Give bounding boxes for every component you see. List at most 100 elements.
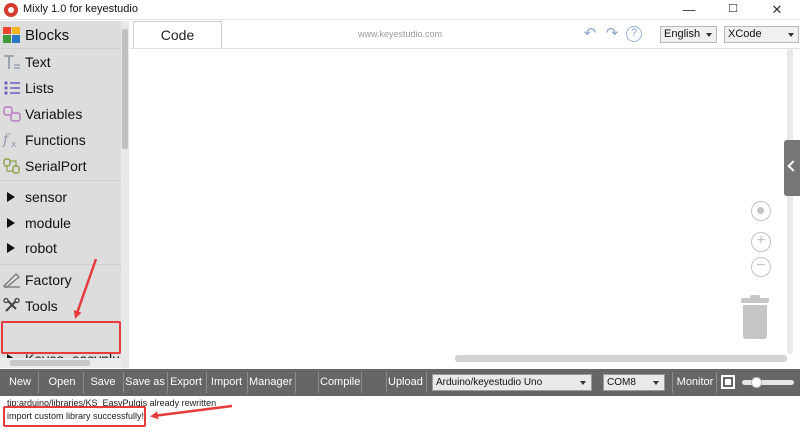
theme-value: XCode <box>728 28 762 40</box>
chevron-down-icon <box>653 381 659 385</box>
code-panel-toggle-button[interactable] <box>784 140 800 196</box>
language-value: English <box>664 28 701 40</box>
puzzle-icon <box>1 25 23 45</box>
sidebar-item-sensor[interactable]: sensor <box>0 185 121 209</box>
triangle-right-icon <box>7 192 15 202</box>
save-button[interactable]: Save <box>87 369 119 396</box>
zoom-slider-track[interactable] <box>742 380 794 385</box>
keyes-easyplug-highlight <box>1 321 121 354</box>
triangle-right-icon <box>7 218 15 228</box>
chevron-down-icon <box>580 381 586 385</box>
zoom-in-button[interactable]: + <box>751 232 771 252</box>
sidebar-item-serialport[interactable]: SerialPort <box>0 154 121 178</box>
sidebar-item-label: Lists <box>25 80 54 96</box>
sidebar-item-module[interactable]: module <box>0 211 121 235</box>
svg-text:f: f <box>2 132 11 148</box>
svg-text:x: x <box>11 140 17 149</box>
toolbar-divider <box>247 372 248 393</box>
export-button[interactable]: Export <box>169 369 203 396</box>
tab-code[interactable]: Code <box>133 21 222 48</box>
sidebar-item-label: module <box>25 215 71 231</box>
close-button[interactable]: ✕ <box>754 0 800 20</box>
sidebar-horizontal-thumb[interactable] <box>10 360 90 366</box>
sidebar-item-label: Text <box>25 54 51 70</box>
title-bar: Mixly 1.0 for keyestudio — ☐ ✕ <box>0 0 800 20</box>
header-bar: Code www.keyestudio.com ↶ ↷ ? English XC… <box>130 21 800 49</box>
sidebar-item-lists[interactable]: Lists <box>0 76 121 100</box>
theme-select[interactable]: XCode <box>724 26 799 43</box>
maximize-button[interactable]: ☐ <box>710 0 756 20</box>
sidebar-item-variables[interactable]: Variables <box>0 102 121 126</box>
sidebar-divider <box>0 264 121 265</box>
triangle-right-icon <box>7 243 15 253</box>
workspace-horizontal-scrollbar[interactable] <box>455 355 787 362</box>
open-button[interactable]: Open <box>44 369 80 396</box>
monitor-button[interactable]: Monitor <box>675 369 715 396</box>
sidebar-scroll-thumb[interactable] <box>122 29 128 149</box>
variables-icon <box>1 104 23 124</box>
toolbar-divider <box>38 372 39 393</box>
chip-icon[interactable] <box>721 375 735 389</box>
sidebar-item-factory[interactable]: Factory <box>0 268 121 292</box>
sidebar-item-label: Factory <box>25 272 72 288</box>
text-icon <box>1 52 23 72</box>
toolbar-divider <box>167 372 168 393</box>
toolbar-divider <box>295 372 296 393</box>
help-icon[interactable]: ? <box>626 26 642 42</box>
port-select[interactable]: COM8 <box>603 374 665 391</box>
sidebar-item-label: robot <box>25 240 57 256</box>
compile-button[interactable]: Compile <box>320 369 360 396</box>
success-message-highlight <box>3 406 146 427</box>
sidebar-item-robot[interactable]: robot <box>0 236 121 260</box>
sidebar-item-label: Blocks <box>25 26 70 44</box>
sidebar-item-tools[interactable]: Tools <box>0 294 121 318</box>
sidebar-item-label: Functions <box>25 132 86 148</box>
minimize-button[interactable]: — <box>666 0 712 20</box>
save-as-button[interactable]: Save as <box>125 369 165 396</box>
toolbar-divider <box>361 372 362 393</box>
factory-icon <box>1 270 23 290</box>
sidebar-divider <box>0 180 121 181</box>
sidebar-item-label: Tools <box>25 298 58 314</box>
mixly-logo-icon <box>4 3 18 17</box>
manager-button[interactable]: Manager <box>249 369 292 396</box>
toolbar-divider <box>83 372 84 393</box>
list-icon <box>1 78 23 98</box>
language-select[interactable]: English <box>660 26 717 43</box>
serial-port-icon <box>1 156 23 176</box>
zoom-slider-handle[interactable] <box>751 377 762 388</box>
sidebar-item-label: Variables <box>25 106 83 122</box>
chevron-down-icon <box>706 33 712 37</box>
site-url: www.keyestudio.com <box>358 29 443 39</box>
tools-icon <box>1 296 23 316</box>
blocks-workspace[interactable] <box>130 49 800 368</box>
sidebar-item-blocks[interactable]: Blocks <box>0 23 121 47</box>
bottom-toolbar: New Open Save Save as Export Import Mana… <box>0 369 800 396</box>
blocks-sidebar: Blocks Text Lists Variables fx Functions… <box>0 21 129 368</box>
toolbar-divider <box>318 372 319 393</box>
redo-icon[interactable]: ↷ <box>604 26 620 42</box>
toolbar-divider <box>716 372 717 393</box>
trash-icon[interactable] <box>741 295 769 340</box>
toolbar-divider <box>123 372 124 393</box>
sidebar-divider <box>0 48 121 49</box>
toolbar-divider <box>206 372 207 393</box>
zoom-out-button[interactable]: − <box>751 257 771 277</box>
undo-icon[interactable]: ↶ <box>582 26 598 42</box>
workspace-vertical-scrollbar[interactable] <box>787 49 793 354</box>
sidebar-item-label: sensor <box>25 189 68 205</box>
toolbar-divider <box>386 372 387 393</box>
toolbar-divider <box>672 372 673 393</box>
sidebar-item-label: SerialPort <box>25 158 87 174</box>
port-value: COM8 <box>607 377 636 388</box>
import-button[interactable]: Import <box>209 369 244 396</box>
new-button[interactable]: New <box>4 369 36 396</box>
recenter-icon[interactable] <box>751 201 771 221</box>
board-value: Arduino/keyestudio Uno <box>436 377 543 388</box>
sidebar-item-functions[interactable]: fx Functions <box>0 128 121 152</box>
upload-button[interactable]: Upload <box>388 369 423 396</box>
board-select[interactable]: Arduino/keyestudio Uno <box>432 374 592 391</box>
sidebar-item-text[interactable]: Text <box>0 50 121 74</box>
toolbar-divider <box>426 372 427 393</box>
window-title: Mixly 1.0 for keyestudio <box>23 3 138 15</box>
